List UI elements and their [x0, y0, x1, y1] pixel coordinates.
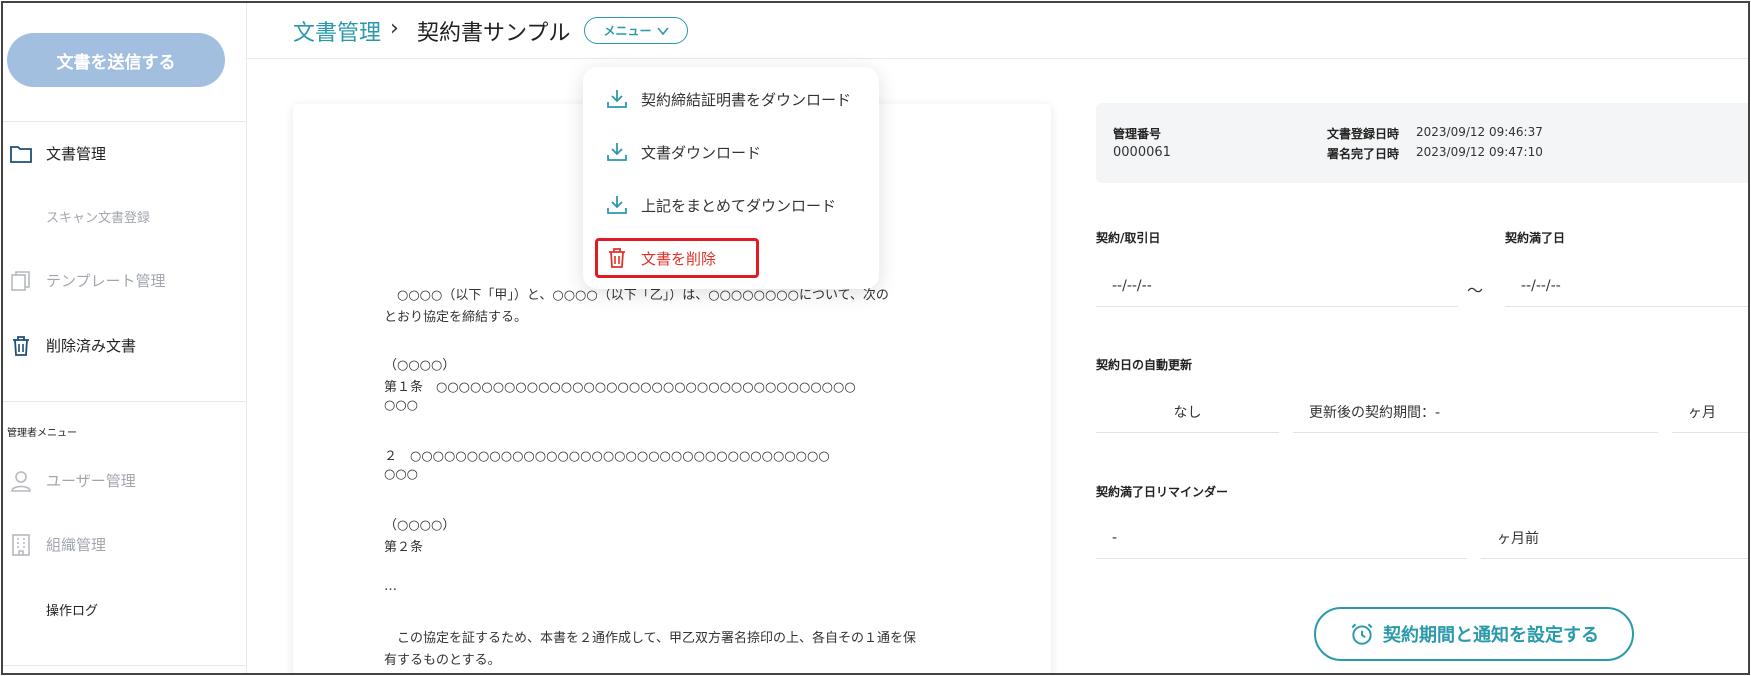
document-info-box: 管理番号 0000061 文書登録日時 2023/09/12 09:46:37 … [1096, 103, 1748, 183]
auto-renew-label: 契約日の自動更新 [1096, 358, 1193, 372]
delete-highlight-box [595, 238, 759, 278]
sidebar-item-label: テンプレート管理 [46, 271, 166, 290]
document-line: この協定を証するため、本書を２通作成して、甲乙双方署名捺印の上、各自その１通を保 [384, 631, 916, 646]
send-document-button[interactable]: 文書を送信する [7, 33, 225, 87]
page-header: 文書管理 › 契約書サンプル メニュー [247, 3, 1748, 59]
breadcrumb-separator-icon: › [390, 16, 399, 41]
sidebar-divider [3, 665, 246, 666]
range-tilde: ～ [1467, 281, 1484, 300]
sidebar-item-users[interactable]: ユーザー管理 [3, 460, 246, 500]
settings-button-label: 契約期間と通知を設定する [1383, 625, 1599, 645]
download-icon [607, 90, 627, 108]
menu-item-label: 文書ダウンロード [641, 143, 762, 162]
reminder-input[interactable]: - [1096, 517, 1467, 559]
reminder-value: - [1112, 529, 1118, 546]
user-icon [11, 471, 31, 492]
management-number-value: 0000061 [1113, 145, 1171, 160]
sidebar-item-deleted[interactable]: 削除済み文書 [3, 325, 246, 365]
breadcrumb-root-link[interactable]: 文書管理 [293, 15, 381, 47]
sidebar-item-label: 削除済み文書 [46, 336, 137, 355]
renew-period-unit-label: ヶ月 [1688, 404, 1716, 421]
chevron-down-icon [656, 26, 669, 35]
document-menu-dropdown: 契約締結証明書をダウンロード 文書ダウンロード 上記をまとめてダウンロード 文書… [583, 67, 879, 289]
document-line: 第２条 [384, 540, 424, 555]
sidebar-item-documents[interactable]: 文書管理 [3, 133, 246, 173]
menu-item-download-certificate[interactable]: 契約締結証明書をダウンロード [583, 77, 879, 121]
document-line: ○○○ [384, 467, 419, 482]
reminder-unit: ヶ月前 [1481, 517, 1748, 559]
sidebar-item-label: スキャン文書登録 [46, 210, 151, 226]
reminder-unit-label: ヶ月前 [1497, 530, 1539, 547]
menu-button[interactable]: メニュー [584, 17, 688, 44]
menu-item-label: 上記をまとめてダウンロード [641, 196, 837, 215]
document-line: ２ ○○○○○○○○○○○○○○○○○○○○○○○○○○○○○○○○○○○○○ [384, 449, 830, 464]
sidebar-item-label: 文書管理 [46, 144, 107, 163]
sidebar-divider [3, 121, 246, 122]
sidebar-item-templates[interactable]: テンプレート管理 [3, 260, 246, 300]
menu-item-download-document[interactable]: 文書ダウンロード [583, 130, 879, 174]
set-period-and-notification-button[interactable]: 契約期間と通知を設定する [1314, 607, 1634, 661]
page-title: 契約書サンプル [417, 21, 571, 46]
document-line: ○○○ [384, 398, 419, 413]
menu-item-label: 契約締結証明書をダウンロード [641, 90, 852, 109]
sidebar-item-label: 組織管理 [46, 535, 107, 554]
expiry-date-input[interactable]: --/--/-- [1505, 265, 1748, 307]
download-icon [607, 143, 627, 161]
signed-at-value: 2023/09/12 09:47:10 [1416, 145, 1543, 159]
renew-period-unit: ヶ月 [1672, 391, 1748, 433]
contract-date-input[interactable]: --/--/-- [1096, 265, 1458, 307]
sidebar-item-scan-register[interactable]: スキャン文書登録 [3, 196, 246, 236]
renew-period-text: 更新後の契約期間：- [1309, 404, 1441, 421]
folder-icon [10, 146, 32, 163]
sidebar-item-label: ユーザー管理 [46, 471, 136, 490]
template-icon [11, 271, 30, 291]
registered-at-value: 2023/09/12 09:46:37 [1416, 125, 1543, 139]
sidebar-item-audit-log[interactable]: 操作ログ [3, 589, 246, 629]
document-line: （○○○○） [384, 518, 456, 533]
menu-item-download-all[interactable]: 上記をまとめてダウンロード [583, 183, 879, 227]
document-line: … [384, 579, 397, 594]
menu-button-label: メニュー [603, 24, 652, 38]
sidebar-divider [3, 401, 246, 402]
reminder-label: 契約満了日リマインダー [1096, 485, 1229, 499]
download-icon [607, 196, 627, 214]
sidebar-item-organization[interactable]: 組織管理 [3, 524, 246, 564]
document-line: 有するものとする。 [384, 653, 501, 668]
signed-at-label: 署名完了日時 [1327, 147, 1400, 161]
admin-section-label: 管理者メニュー [7, 428, 77, 439]
sidebar-item-label: 操作ログ [46, 603, 99, 619]
contract-date-label: 契約/取引日 [1096, 231, 1161, 245]
management-number-label: 管理番号 [1113, 127, 1162, 141]
app-window: 文書を送信する 文書管理 スキャン文書登録 テンプレート管理 削除済み文書 管理… [1, 1, 1750, 675]
alarm-clock-icon [1351, 623, 1373, 645]
contract-date-value: --/--/-- [1112, 277, 1152, 294]
document-line: とおり協定を締結する。 [384, 310, 528, 325]
expiry-date-label: 契約満了日 [1505, 231, 1566, 245]
sidebar: 文書を送信する 文書管理 スキャン文書登録 テンプレート管理 削除済み文書 管理… [3, 3, 247, 673]
renew-period-field[interactable]: 更新後の契約期間：- [1293, 391, 1658, 433]
building-icon [12, 534, 30, 556]
auto-renew-select[interactable]: なし [1096, 391, 1279, 433]
auto-renew-value: なし [1173, 404, 1202, 421]
document-line: （○○○○） [384, 358, 456, 373]
registered-at-label: 文書登録日時 [1327, 127, 1400, 141]
trash-icon [13, 336, 29, 356]
document-line: 第１条 ○○○○○○○○○○○○○○○○○○○○○○○○○○○○○○○○○○○○… [384, 380, 856, 395]
expiry-date-value: --/--/-- [1521, 277, 1561, 294]
